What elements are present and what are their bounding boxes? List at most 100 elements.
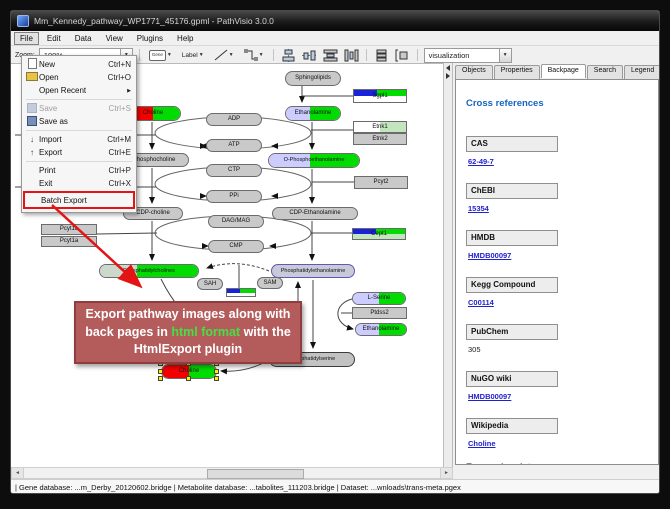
file-menu-item-print[interactable]: PrintCtrl+P — [23, 164, 135, 177]
node-sgpl1[interactable]: Sgpl1 — [353, 89, 407, 103]
selection-handle[interactable] — [186, 376, 191, 381]
crossref-section-kegg-compound: Kegg CompoundC00114 — [466, 274, 648, 307]
align-center-button[interactable] — [280, 48, 297, 62]
toolbar-separator — [139, 49, 140, 61]
file-menu-item-export[interactable]: ↑ExportCtrl+E — [23, 146, 135, 159]
crossref-link[interactable]: 15354 — [468, 204, 648, 213]
selection-handle[interactable] — [214, 376, 219, 381]
node-atp[interactable]: ATP — [206, 139, 262, 152]
node-label: CMP — [209, 241, 263, 252]
pathvisio-app-icon — [17, 15, 29, 27]
selection-handle[interactable] — [158, 376, 163, 381]
node-o-phosphoethanolamine[interactable]: O-Phosphoethanolamine — [268, 153, 360, 168]
selection-handle[interactable] — [158, 369, 163, 374]
stack-horizontal-button[interactable] — [394, 48, 411, 62]
node-label: L-Serine — [353, 293, 405, 304]
distribute-horizontal-button[interactable] — [322, 48, 339, 62]
tab-objects[interactable]: Objects — [455, 65, 493, 79]
node-cmp[interactable]: CMP — [208, 240, 264, 253]
node-sah[interactable]: SAH — [197, 278, 223, 290]
crossref-section-cas: CAS62-49-7 — [466, 133, 648, 166]
file-menu-item-open[interactable]: OpenCtrl+O — [23, 71, 135, 84]
chevron-down-icon[interactable]: ▼ — [229, 52, 234, 58]
node-phosphatidylethanolamine[interactable]: Phosphatidylethanolamine — [271, 264, 355, 278]
node-label: PPi — [207, 191, 261, 202]
node-sphingolipids[interactable]: Sphingolipids — [285, 71, 341, 86]
backpage-panel[interactable]: Cross references CAS62-49-7ChEBI15354HMD… — [455, 79, 659, 465]
line-icon — [214, 49, 228, 61]
node-gene-stub[interactable] — [226, 288, 256, 297]
connector-tool-button[interactable]: ▼ — [241, 47, 267, 63]
node-etnk1[interactable]: Etnk1 — [353, 121, 407, 133]
crossref-link[interactable]: C00114 — [468, 298, 648, 307]
file-menu-item-open-recent[interactable]: Open Recent▶ — [23, 84, 135, 97]
gene-expression-right — [240, 289, 255, 293]
stack-vertical-icon — [374, 49, 389, 62]
file-menu-item-new[interactable]: NewCtrl+N — [23, 58, 135, 71]
node-l-serine[interactable]: L-Serine — [352, 292, 406, 305]
menubar-item-view[interactable]: View — [100, 32, 129, 45]
node-dag-mag[interactable]: DAG/MAG — [208, 215, 264, 228]
menu-item-label: New — [39, 60, 108, 69]
file-menu-item-exit[interactable]: ExitCtrl+X — [23, 177, 135, 190]
visualization-combobox[interactable]: visualization ▼ — [424, 48, 512, 63]
node-label: DAG/MAG — [209, 216, 263, 227]
node-cdp-ethanolamine[interactable]: CDP-Ethanolamine — [272, 207, 358, 220]
menubar-item-help[interactable]: Help — [171, 32, 199, 45]
node-phosphatidylcholines[interactable]: Phosphatidylcholines — [99, 264, 199, 278]
node-ethanolamine-bottom[interactable]: Ethanolamine — [355, 323, 407, 336]
node-ctp[interactable]: CTP — [206, 164, 262, 177]
splitter-collapse-icon[interactable] — [446, 65, 450, 71]
menubar-item-file[interactable]: File — [14, 32, 39, 45]
node-ethanolamine-top[interactable]: Ethanolamine — [285, 106, 341, 121]
file-menu-item-save[interactable]: SaveCtrl+S — [23, 102, 135, 115]
tab-backpage[interactable]: Backpage — [541, 64, 586, 78]
menubar-item-data[interactable]: Data — [69, 32, 98, 45]
expression-data-heading: Expression data — [466, 462, 648, 465]
menu-item-shortcut: Ctrl+E — [109, 148, 131, 157]
tab-legend[interactable]: Legend — [624, 65, 660, 79]
node-pcyt1b[interactable]: Pcyt1b — [41, 224, 97, 235]
file-menu-item-batch-export[interactable]: Batch Export — [23, 191, 135, 209]
canvas-horizontal-scrollbar[interactable]: ◄ ► — [11, 467, 453, 479]
scrollbar-thumb[interactable] — [207, 469, 304, 479]
gene-datanode-button[interactable]: Gene ▼ — [146, 47, 175, 63]
chevron-down-icon[interactable]: ▼ — [167, 52, 172, 58]
distribute-vertical-button[interactable] — [343, 48, 360, 62]
crossref-link[interactable]: HMDB00097 — [468, 251, 648, 260]
menubar-item-edit[interactable]: Edit — [41, 32, 67, 45]
chevron-down-icon[interactable]: ▼ — [199, 52, 204, 58]
file-menu-item-import[interactable]: ↓ImportCtrl+M — [23, 133, 135, 146]
new-document-icon — [25, 58, 39, 71]
menubar-item-plugins[interactable]: Plugins — [131, 32, 169, 45]
file-menu-item-save-as[interactable]: Save as — [23, 115, 135, 128]
stack-vertical-button[interactable] — [373, 48, 390, 62]
node-pcyt1a[interactable]: Pcyt1a — [41, 236, 97, 247]
node-ppi[interactable]: PPi — [206, 190, 262, 203]
align-middle-button[interactable] — [301, 48, 318, 62]
node-pcyt2[interactable]: Pcyt2 — [354, 176, 408, 189]
selection-handle[interactable] — [214, 369, 219, 374]
node-sam[interactable]: SAM — [257, 277, 283, 289]
tab-properties[interactable]: Properties — [494, 65, 540, 79]
visualization-dropdown-icon[interactable]: ▼ — [499, 49, 511, 62]
node-etnk2[interactable]: Etnk2 — [353, 133, 407, 145]
chevron-down-icon[interactable]: ▼ — [259, 52, 264, 58]
node-label: SAH — [198, 279, 222, 289]
crossref-source-label: Wikipedia — [466, 418, 558, 434]
scroll-right-icon[interactable]: ► — [440, 468, 452, 478]
tab-search[interactable]: Search — [587, 65, 623, 79]
panel-splitter[interactable] — [443, 63, 453, 467]
crossref-link[interactable]: 62-49-7 — [468, 157, 648, 166]
node-cept1[interactable]: Cept1 — [352, 228, 406, 240]
crossref-link[interactable]: Choline — [468, 439, 648, 448]
splitter-expand-icon[interactable] — [446, 73, 450, 79]
node-adp[interactable]: ADP — [206, 113, 262, 126]
node-ptdss2[interactable]: Ptdss2 — [352, 307, 407, 319]
menu-item-label: Save as — [39, 117, 131, 126]
side-panel: ObjectsPropertiesBackpageSearchLegend Cr… — [453, 63, 660, 467]
line-tool-button[interactable]: ▼ — [211, 47, 237, 63]
crossref-link[interactable]: HMDB00097 — [468, 392, 648, 401]
label-button[interactable]: Label ▼ — [179, 47, 207, 63]
scroll-left-icon[interactable]: ◄ — [12, 468, 24, 478]
